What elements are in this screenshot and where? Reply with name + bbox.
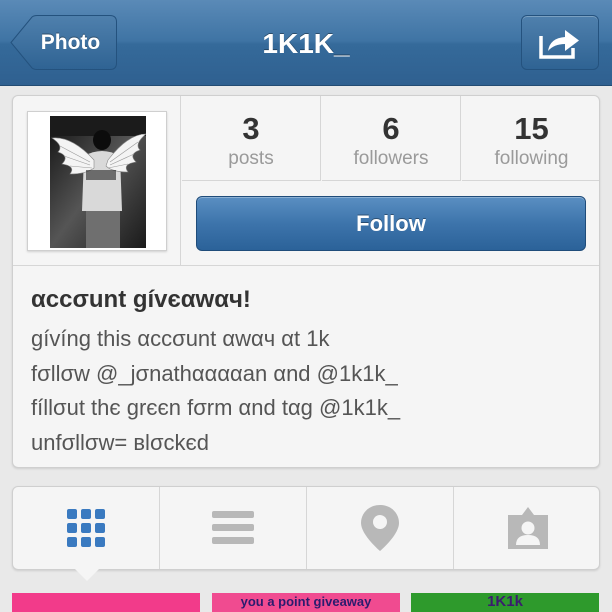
following-stat[interactable]: 15 following [462,96,599,181]
post-thumbnail[interactable]: you a point giveaway [212,593,400,612]
bio-line: gívíng this αccσunt αwαч αt 1k [31,326,330,351]
bio-title: αccσunt gívєαwαч! [31,286,251,313]
posts-stat[interactable]: 3 posts [182,96,321,181]
avatar-cell [13,96,181,265]
map-pin-icon [361,505,399,551]
tab-photo-map[interactable] [307,487,454,569]
list-view-icon [212,511,254,544]
share-arrow-icon [539,29,579,59]
tagged-photos-icon [507,507,548,549]
profile-bio: αccσunt gívєαwαч! gívíng this αccσunt αw… [13,265,599,467]
profile-card: 3 posts 6 followers 15 following Follow … [12,95,600,468]
profile-photo [50,116,146,248]
bio-line: unfσllσw= вlσckєd [31,429,209,455]
tab-tagged-photos[interactable] [454,487,601,569]
back-button[interactable]: Photo [10,15,117,70]
followers-label: followers [353,148,429,169]
bio-line: fíllσut thє grєєn fσrm αnd tαg @1k1k_ [31,395,401,420]
followers-stat[interactable]: 6 followers [322,96,461,181]
active-tab-pointer [75,569,99,581]
post-thumbnail[interactable]: 1K1k [411,593,599,612]
thumbnail-text: 1K1k [487,593,523,610]
posts-count: 3 [242,111,260,146]
back-button-label: Photo [40,30,101,54]
thumbnail-text: you a point giveaway [240,594,372,609]
tab-list-view[interactable] [160,487,307,569]
share-button[interactable] [521,15,599,70]
following-label: following [494,148,569,169]
posts-label: posts [228,148,274,169]
follow-button[interactable]: Follow [196,196,586,251]
bio-line: fσllσw @_jσnathααααan αnd @1k1k_ [31,360,398,386]
page-title: 1K1K_ [262,28,350,59]
bio-text: gívíng this αccσunt αwαч αt 1k fσllσw @_… [31,322,583,460]
top-nav-bar: Photo 1K1K_ [0,0,612,86]
post-thumbnail[interactable] [12,593,200,612]
following-count: 15 [514,111,549,146]
avatar[interactable] [27,111,167,251]
grid-view-icon [67,509,105,547]
followers-count: 6 [382,111,400,146]
tab-grid-view[interactable] [13,487,160,569]
view-tab-bar [12,486,601,581]
